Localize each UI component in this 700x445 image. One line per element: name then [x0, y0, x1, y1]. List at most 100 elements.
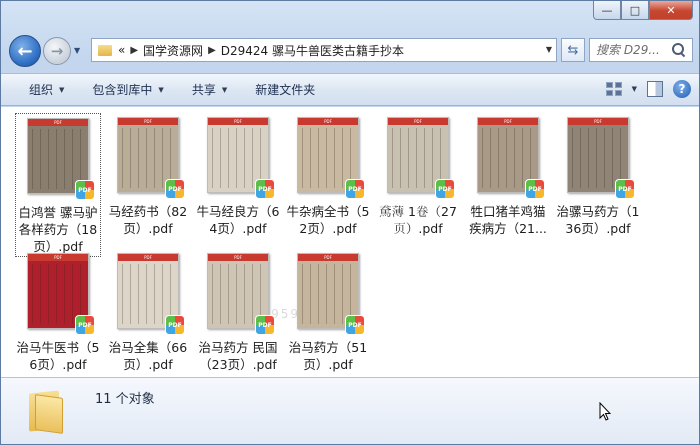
minimize-button[interactable]: — [593, 1, 621, 20]
organize-label: 组织 [29, 83, 54, 97]
pdf-header-band: PDF [568, 118, 628, 125]
pdf-thumbnail: PDF PDF [207, 253, 275, 335]
file-name: 治马全集（66页）.pdf [108, 340, 188, 372]
file-name: 治马药方 民国（23页）.pdf [198, 340, 278, 372]
pdf-header-band: PDF [298, 254, 358, 261]
include-in-library-label: 包含到库中 [92, 83, 153, 97]
change-view-icon[interactable] [605, 82, 622, 96]
pdf-header-band: PDF [208, 118, 268, 125]
pdf-header-band: PDF [118, 254, 178, 261]
refresh-icon: ⇆ [567, 42, 579, 58]
pdf-icon: PDF [255, 179, 275, 199]
file-name: 治骡马药方（136页）.pdf [556, 204, 640, 236]
pdf-header-band: PDF [208, 254, 268, 261]
pdf-header-band: PDF [118, 118, 178, 125]
arrow-left-icon: ← [17, 40, 33, 62]
search-icon[interactable] [672, 43, 686, 57]
file-item[interactable]: PDF PDF 治马牛医书（56页）.pdf [15, 249, 101, 393]
pdf-icon: PDF [525, 179, 545, 199]
file-name: 治马药方（51页）.pdf [288, 340, 368, 372]
help-icon[interactable]: ? [673, 80, 691, 98]
preview-pane-icon[interactable] [647, 81, 663, 97]
file-grid: www.95959.com PDF PDF 白鸿誉 骡马驴各样药方（18页）.pdf… [1, 107, 699, 377]
file-item[interactable]: PDF PDF 马经药书（82页）.pdf [105, 113, 191, 257]
file-item[interactable]: PDF PDF 牛马经良方（64页）.pdf [195, 113, 281, 257]
pdf-thumbnail: PDF PDF [27, 118, 95, 200]
pdf-header-band: PDF [388, 118, 448, 125]
search-input[interactable] [596, 43, 670, 57]
share-button[interactable]: 共享 ▼ [178, 74, 241, 105]
recent-pages-dropdown[interactable]: ▼ [74, 46, 80, 55]
organize-button[interactable]: 组织 ▼ [1, 74, 78, 105]
close-button[interactable]: ✕ [649, 1, 693, 20]
folder-icon [29, 390, 67, 434]
forward-button[interactable]: → [43, 37, 71, 65]
file-name: 𩡷薄 1卷（27页）.pdf [379, 204, 457, 236]
navigation-bar: ← → ▼ « ▶ 国学资源网 ▶ D29424 骡马牛兽医类古籍手抄本 ▼ ⇆ [9, 33, 693, 67]
pdf-header-band: PDF [478, 118, 538, 125]
pdf-thumbnail: PDF PDF [477, 117, 545, 199]
chevron-down-icon: ▼ [59, 85, 65, 94]
maximize-button[interactable]: □ [621, 1, 649, 20]
share-label: 共享 [191, 83, 216, 97]
pdf-icon: PDF [345, 315, 365, 335]
file-item[interactable]: PDF PDF 治马药方（51页）.pdf [285, 249, 371, 393]
file-item[interactable]: PDF PDF 治马全集（66页）.pdf [105, 249, 191, 393]
pdf-icon: PDF [345, 179, 365, 199]
file-name: 牛马经良方（64页）.pdf [196, 204, 280, 236]
file-name: 马经药书（82页）.pdf [108, 204, 188, 236]
file-item[interactable]: PDF PDF 牛杂病全书（52页）.pdf [285, 113, 371, 257]
file-name: 牲口猪羊鸡猫疾病方（21... [469, 204, 547, 236]
file-name: 白鸿誉 骡马驴各样药方（18页）.pdf [18, 205, 98, 254]
pdf-icon: PDF [165, 179, 185, 199]
pdf-thumbnail: PDF PDF [207, 117, 275, 199]
address-dropdown-icon[interactable]: ▼ [546, 45, 552, 54]
pdf-thumbnail: PDF PDF [567, 117, 635, 199]
file-name: 治马牛医书（56页）.pdf [16, 340, 100, 372]
pdf-thumbnail: PDF PDF [27, 253, 95, 335]
file-item[interactable]: PDF PDF 治马药方 民国（23页）.pdf [195, 249, 281, 393]
command-bar: 组织 ▼ 包含到库中 ▼ 共享 ▼ 新建文件夹 ▼ ? [1, 73, 699, 106]
file-item[interactable]: PDF PDF 白鸿誉 骡马驴各样药方（18页）.pdf [15, 113, 101, 257]
breadcrumb-separator[interactable]: ▶ [208, 45, 216, 56]
address-bar[interactable]: « ▶ 国学资源网 ▶ D29424 骡马牛兽医类古籍手抄本 ▼ [91, 38, 557, 62]
pdf-thumbnail: PDF PDF [297, 253, 365, 335]
new-folder-label: 新建文件夹 [255, 83, 316, 97]
pdf-thumbnail: PDF PDF [117, 253, 185, 335]
new-folder-button[interactable]: 新建文件夹 [241, 74, 329, 105]
pdf-thumbnail: PDF PDF [297, 117, 365, 199]
search-box[interactable] [589, 38, 693, 62]
pdf-icon: PDF [255, 315, 275, 335]
folder-icon [98, 44, 112, 56]
pdf-thumbnail: PDF PDF [117, 117, 185, 199]
chevron-down-icon: ▼ [158, 85, 164, 94]
refresh-button[interactable]: ⇆ [561, 38, 585, 62]
breadcrumb-root[interactable]: 国学资源网 [143, 42, 203, 59]
details-pane: 11 个对象 [1, 377, 699, 444]
file-item[interactable]: PDF PDF 𩡷薄 1卷（27页）.pdf [375, 113, 461, 257]
explorer-window: — □ ✕ ← → ▼ « ▶ 国学资源网 ▶ D29424 骡马牛兽医类古籍手… [0, 0, 700, 445]
breadcrumb-separator[interactable]: ▶ [130, 45, 138, 56]
breadcrumb-overflow[interactable]: « [118, 43, 125, 57]
file-item[interactable]: PDF PDF 牲口猪羊鸡猫疾病方（21... [465, 113, 551, 257]
item-count: 11 个对象 [95, 392, 155, 407]
view-options-chevron-icon[interactable]: ▼ [632, 85, 637, 93]
pdf-thumbnail: PDF PDF [387, 117, 455, 199]
include-in-library-button[interactable]: 包含到库中 ▼ [78, 74, 177, 105]
pdf-icon: PDF [165, 315, 185, 335]
arrow-right-icon: → [50, 42, 64, 60]
pdf-header-band: PDF [298, 118, 358, 125]
file-item[interactable]: PDF PDF 治骡马药方（136页）.pdf [555, 113, 641, 257]
file-name: 牛杂病全书（52页）.pdf [286, 204, 370, 236]
view-controls: ▼ ? [605, 80, 691, 98]
chevron-down-icon: ▼ [221, 85, 228, 94]
pdf-icon: PDF [435, 179, 455, 199]
back-button[interactable]: ← [9, 35, 41, 67]
pdf-icon: PDF [75, 180, 95, 200]
caption-buttons: — □ ✕ [593, 1, 693, 20]
pdf-header-band: PDF [28, 119, 88, 126]
pdf-icon: PDF [615, 179, 635, 199]
breadcrumb-current[interactable]: D29424 骡马牛兽医类古籍手抄本 [221, 42, 404, 59]
mouse-cursor-icon [599, 402, 611, 421]
pdf-icon: PDF [75, 315, 95, 335]
